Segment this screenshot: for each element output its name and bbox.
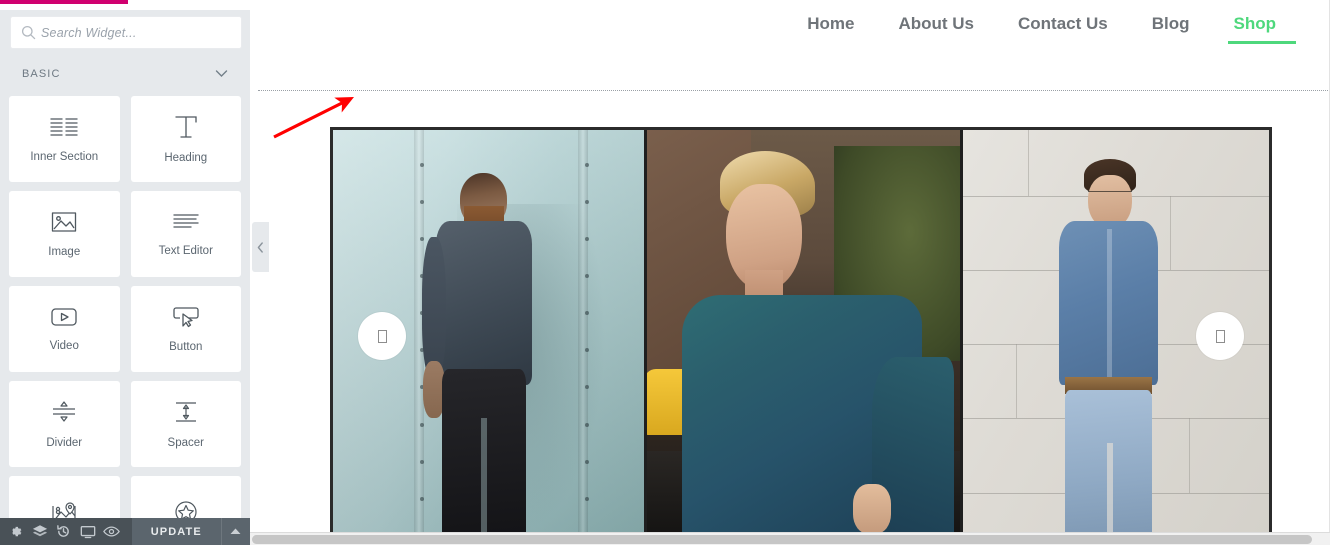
panel-loading-bar <box>0 0 128 4</box>
widget-divider[interactable]: Divider <box>9 381 120 467</box>
widget-label: Text Editor <box>158 245 213 257</box>
widget-button[interactable]: Button <box>130 286 241 372</box>
elementor-widget-panel: BASIC I <box>0 0 250 545</box>
search-icon <box>15 25 41 40</box>
panel-loading-track <box>0 0 250 4</box>
widget-video[interactable]: Video <box>9 286 120 372</box>
nav-item-shop[interactable]: Shop <box>1212 8 1299 44</box>
panel-header-strip <box>0 4 250 10</box>
button-icon <box>171 305 201 329</box>
update-button[interactable]: UPDATE <box>131 518 221 545</box>
widget-label: Spacer <box>167 437 204 449</box>
nav-item-contact-us[interactable]: Contact Us <box>996 8 1130 44</box>
missing-glyph-box <box>1215 329 1225 343</box>
heading-icon <box>172 114 200 140</box>
widget-label: Heading <box>164 152 208 164</box>
widget-label: Video <box>49 340 79 352</box>
settings-gear-icon[interactable] <box>4 518 28 545</box>
slider-next-arrow-icon[interactable] <box>1196 312 1244 360</box>
panel-bottom-toolbar: UPDATE <box>0 518 250 545</box>
widget-label: Button <box>169 341 203 353</box>
inner-section-icon <box>49 115 79 139</box>
horizontal-scrollbar-thumb[interactable] <box>252 535 1312 544</box>
nav-item-home[interactable]: Home <box>785 8 876 44</box>
layers-icon[interactable] <box>28 518 52 545</box>
widget-text-editor[interactable]: Text Editor <box>130 191 241 277</box>
search-input[interactable] <box>41 25 241 40</box>
widget-image[interactable]: Image <box>9 191 120 277</box>
caret-up-icon[interactable] <box>220 518 250 545</box>
widget-label: Divider <box>46 437 83 449</box>
horizontal-scrollbar[interactable] <box>250 532 1330 545</box>
site-header: Home About Us Contact Us Blog Shop <box>250 0 1330 62</box>
history-icon[interactable] <box>52 518 76 545</box>
widget-label: Image <box>48 246 81 258</box>
widget-category-basic[interactable]: BASIC <box>10 60 242 88</box>
missing-glyph-box <box>377 329 387 343</box>
divider-icon <box>49 399 79 425</box>
panel-collapse-handle[interactable] <box>252 222 269 272</box>
widget-label: Inner Section <box>30 151 99 163</box>
nav-item-about-us[interactable]: About Us <box>876 8 996 44</box>
slide-item[interactable] <box>643 130 961 542</box>
spacer-icon <box>171 399 201 425</box>
slider-prev-arrow-icon[interactable] <box>358 312 406 360</box>
main-navigation: Home About Us Contact Us Blog Shop <box>785 8 1298 44</box>
nav-item-blog[interactable]: Blog <box>1130 8 1212 44</box>
slide-separator <box>960 130 964 542</box>
widget-category-label: BASIC <box>22 68 61 80</box>
widget-inner-section[interactable]: Inner Section <box>9 96 120 182</box>
image-slider-widget[interactable] <box>330 127 1272 545</box>
search-widget-box[interactable] <box>10 16 242 49</box>
chevron-down-icon[interactable] <box>215 65 228 83</box>
page-canvas: Home About Us Contact Us Blog Shop <box>250 0 1330 545</box>
slide-separator <box>643 130 647 542</box>
video-icon <box>49 306 79 328</box>
widget-grid: Inner Section Heading Image Text Editor … <box>0 96 250 545</box>
image-icon <box>50 210 78 234</box>
section-dotted-divider <box>258 90 1330 91</box>
responsive-mode-icon[interactable] <box>76 518 100 545</box>
text-editor-icon <box>171 211 201 233</box>
widget-heading[interactable]: Heading <box>130 96 241 182</box>
slider-track <box>333 130 1269 542</box>
widget-spacer[interactable]: Spacer <box>130 381 241 467</box>
preview-eye-icon[interactable] <box>100 518 124 545</box>
